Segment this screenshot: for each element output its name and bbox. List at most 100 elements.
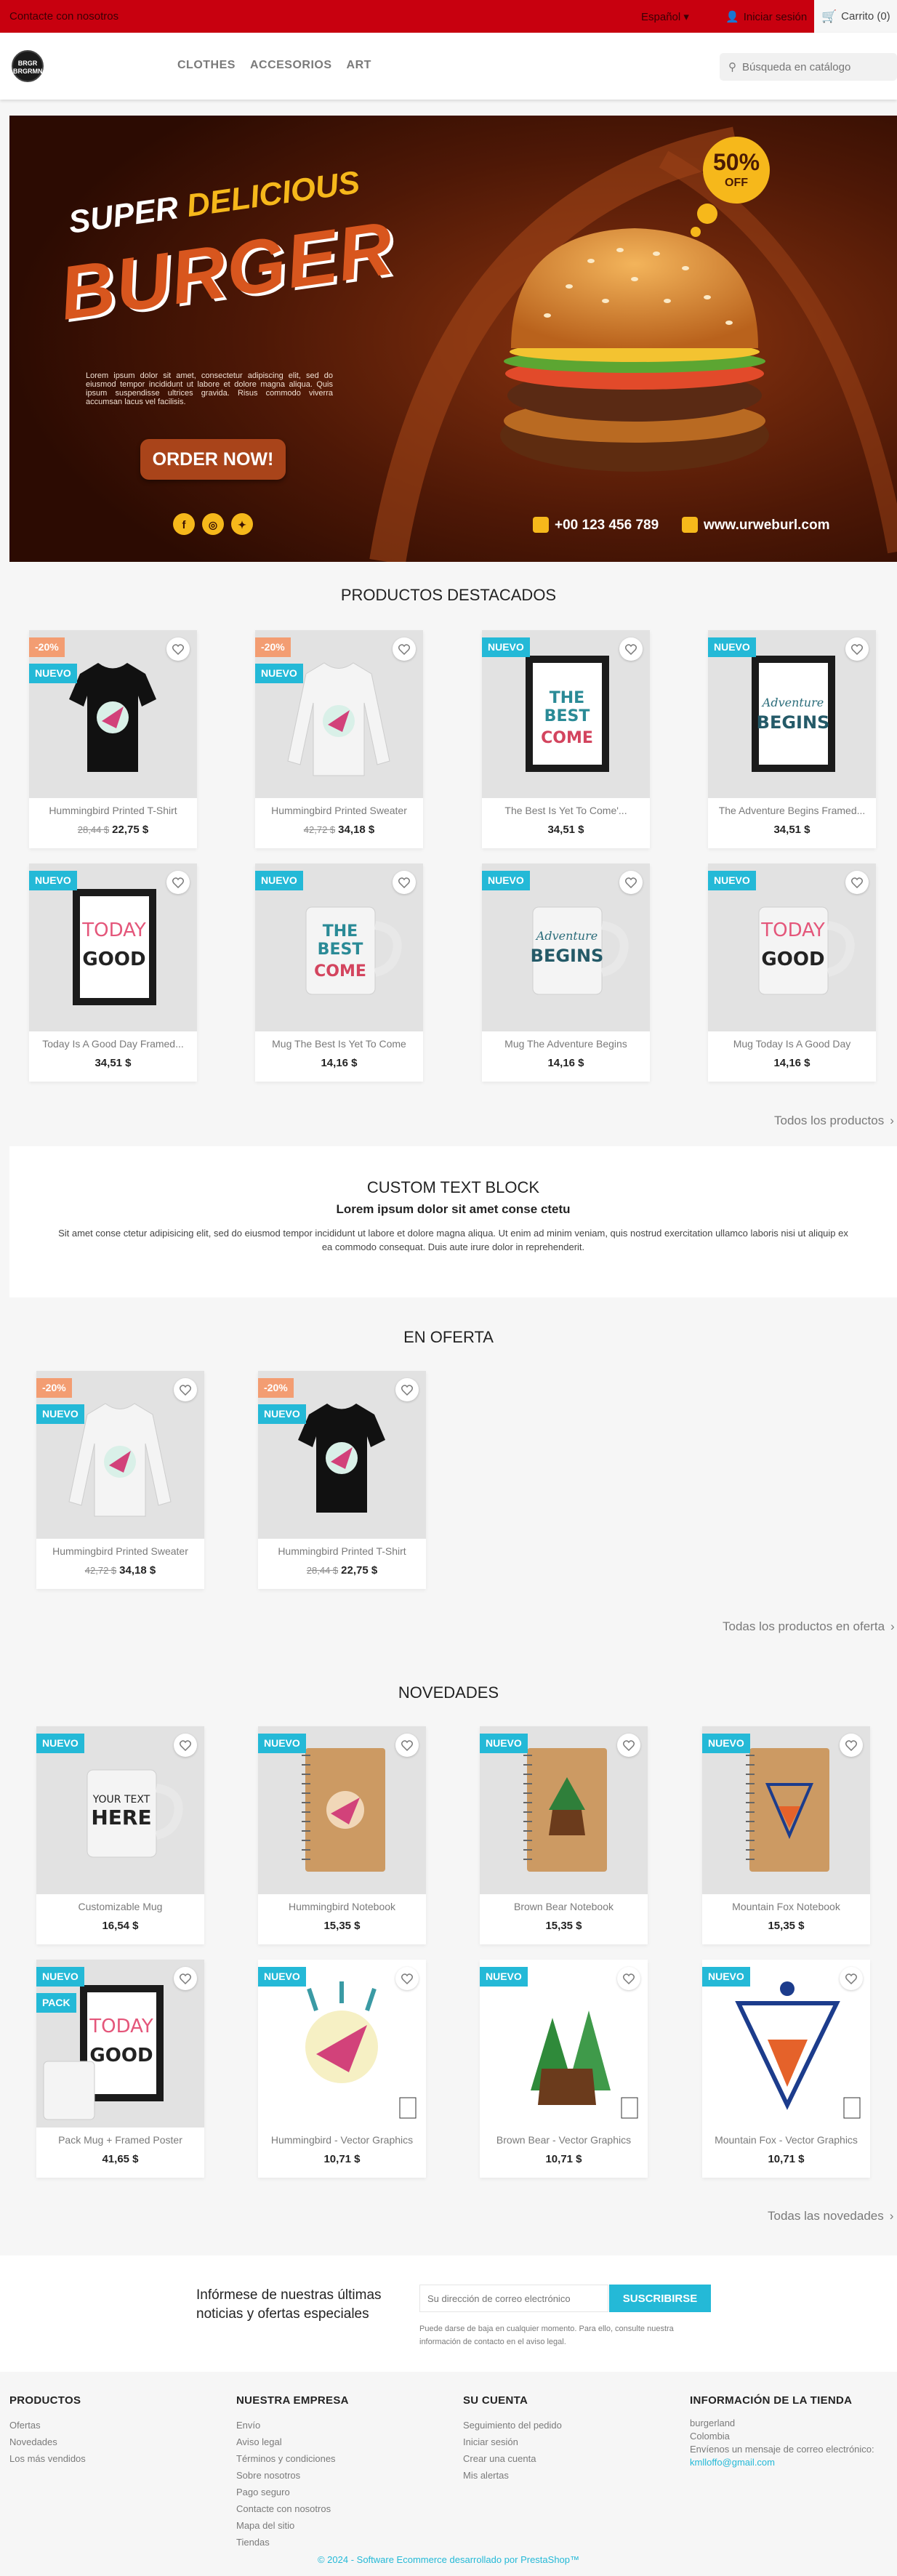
product-name[interactable]: Brown Bear - Vector Graphics	[480, 2134, 648, 2146]
all-new-label: Todas las novedades	[768, 2209, 884, 2223]
footer-link[interactable]: Contacte con nosotros	[236, 2500, 440, 2517]
product-name[interactable]: Hummingbird Printed Sweater	[255, 805, 423, 816]
heart-icon[interactable]	[845, 637, 869, 661]
product-card[interactable]: YOUR TEXT HERE NUEVO Customizable Mug 16,54 …	[36, 1726, 204, 1944]
footer-link[interactable]: Ofertas	[9, 2417, 213, 2434]
heart-icon[interactable]	[619, 637, 643, 661]
language-selector[interactable]: Español ▾	[641, 10, 689, 23]
svg-text:BEGINS: BEGINS	[531, 946, 604, 966]
svg-text:THE: THE	[323, 922, 358, 941]
top-bar: Contacte con nosotros Español ▾ 👤 Iniciar…	[0, 0, 897, 33]
product-card[interactable]: NUEVO Brown Bear - Vector Graphics 10,71 $	[480, 1960, 648, 2178]
all-products-link[interactable]: Todos los productos ›	[774, 1114, 894, 1128]
footer-link[interactable]: Los más vendidos	[9, 2450, 213, 2467]
all-new-link[interactable]: Todas las novedades ›	[768, 2209, 893, 2223]
store-logo[interactable]: BRGR BRGRMN	[12, 50, 44, 82]
product-card[interactable]: NUEVO Hummingbird - Vector Graphics 10,71 …	[258, 1960, 426, 2178]
product-name[interactable]: Pack Mug + Framed Poster	[36, 2134, 204, 2146]
product-card[interactable]: Adventure BEGINS NUEVO The Adventure Begins…	[708, 630, 876, 848]
current-price: 14,16 $	[321, 1057, 358, 1069]
nav-item-accesorios[interactable]: ACCESORIOS	[250, 59, 332, 72]
product-name[interactable]: Mug Today Is A Good Day	[708, 1038, 876, 1050]
main-nav: CLOTHES ACCESORIOS ART	[177, 59, 371, 72]
order-now-button[interactable]: ORDER NOW!	[140, 439, 286, 480]
footer-link[interactable]: Envío	[236, 2417, 440, 2434]
product-name[interactable]: Hummingbird - Vector Graphics	[258, 2134, 426, 2146]
contact-link[interactable]: Contacte con nosotros	[9, 10, 118, 23]
footer-link[interactable]: Mapa del sitio	[236, 2517, 440, 2534]
nav-item-clothes[interactable]: CLOTHES	[177, 59, 236, 72]
product-name[interactable]: The Adventure Begins Framed...	[708, 805, 876, 816]
product-name[interactable]: Customizable Mug	[36, 1901, 204, 1912]
footer-link[interactable]: Seguimiento del pedido	[463, 2417, 667, 2434]
heart-icon[interactable]	[166, 871, 190, 894]
custom-block-title: CUSTOM TEXT BLOCK	[366, 1178, 540, 1196]
product-name[interactable]: Mountain Fox Notebook	[702, 1901, 870, 1912]
product-card[interactable]: TODAY GOOD NUEVO Today Is A Good Day Framed…	[29, 864, 197, 1082]
sale-title: EN OFERTA	[403, 1328, 494, 1346]
footer-link[interactable]: Novedades	[9, 2434, 213, 2450]
store-email-link[interactable]: kmlloffo@gmail.com	[690, 2456, 893, 2469]
footer-link[interactable]: Términos y condiciones	[236, 2450, 440, 2467]
footer-link[interactable]: Pago seguro	[236, 2484, 440, 2500]
cart-label: Carrito (0)	[841, 10, 890, 23]
product-card[interactable]: -20% NUEVO Hummingbird Printed Sweater 42,7…	[255, 630, 423, 848]
heart-icon[interactable]	[845, 871, 869, 894]
product-name[interactable]: Hummingbird Printed T-Shirt	[258, 1545, 426, 1557]
product-name[interactable]: Today Is A Good Day Framed...	[29, 1038, 197, 1050]
product-name[interactable]: Mountain Fox - Vector Graphics	[702, 2134, 870, 2146]
heart-icon[interactable]	[174, 1378, 197, 1401]
subscribe-button[interactable]: SUSCRIBIRSE	[609, 2285, 711, 2312]
search-icon[interactable]: ⚲	[728, 60, 736, 73]
footer-link[interactable]: Tiendas	[236, 2534, 440, 2551]
heart-icon[interactable]	[840, 1967, 863, 1990]
footer-link[interactable]: Iniciar sesión	[463, 2434, 667, 2450]
product-card[interactable]: THE BEST COME NUEVO The Best Is Yet To Come'…	[482, 630, 650, 848]
product-name[interactable]: The Best Is Yet To Come'...	[482, 805, 650, 816]
product-card[interactable]: -20% NUEVO Hummingbird Printed T-Shirt 28,4…	[29, 630, 197, 848]
product-card[interactable]: TODAY GOOD NUEVO PACK Pack Mug + Framed Post…	[36, 1960, 204, 2178]
heart-icon[interactable]	[617, 1967, 640, 1990]
heart-icon[interactable]	[393, 637, 416, 661]
heart-icon[interactable]	[395, 1967, 419, 1990]
hero-banner[interactable]: f ◎ ✦ SUPER DELICIOUS BURGER Lorem ipsum…	[9, 116, 897, 562]
product-card[interactable]: -20% NUEVO Hummingbird Printed Sweater 42,7…	[36, 1371, 204, 1589]
product-card[interactable]: THE BEST COME NUEVO Mug The Best Is Yet To C…	[255, 864, 423, 1082]
product-card[interactable]: NUEVO Hummingbird Notebook 15,35 $	[258, 1726, 426, 1944]
product-name[interactable]: Mug The Best Is Yet To Come	[255, 1038, 423, 1050]
nav-item-art[interactable]: ART	[347, 59, 371, 72]
footer-link[interactable]: Aviso legal	[236, 2434, 440, 2450]
product-card[interactable]: NUEVO Mountain Fox - Vector Graphics 10,71…	[702, 1960, 870, 2178]
product-card[interactable]: NUEVO Mountain Fox Notebook 15,35 $	[702, 1726, 870, 1944]
heart-icon[interactable]	[174, 1967, 197, 1990]
heart-icon[interactable]	[393, 871, 416, 894]
heart-icon[interactable]	[395, 1378, 419, 1401]
footer-link[interactable]: Crear una cuenta	[463, 2450, 667, 2467]
product-name[interactable]: Hummingbird Printed T-Shirt	[29, 805, 197, 816]
heart-icon[interactable]	[174, 1734, 197, 1757]
product-name[interactable]: Hummingbird Notebook	[258, 1901, 426, 1912]
login-link[interactable]: 👤 Iniciar sesión	[725, 10, 807, 24]
product-card[interactable]: Adventure BEGINS NUEVO Mug The Adventure Be…	[482, 864, 650, 1082]
product-name[interactable]: Brown Bear Notebook	[480, 1901, 648, 1912]
banner-website: www.urweburl.com	[704, 518, 830, 533]
footer-link[interactable]: Mis alertas	[463, 2467, 667, 2484]
product-name[interactable]: Hummingbird Printed Sweater	[36, 1545, 204, 1557]
heart-icon[interactable]	[395, 1734, 419, 1757]
current-price: 34,51 $	[547, 824, 584, 836]
newsletter-email-input[interactable]	[419, 2285, 608, 2312]
heart-icon[interactable]	[840, 1734, 863, 1757]
cart-button[interactable]: 🛒 Carrito (0)	[814, 0, 897, 33]
product-price: 34,51 $	[708, 824, 876, 836]
footer-link[interactable]: Sobre nosotros	[236, 2467, 440, 2484]
heart-icon[interactable]	[617, 1734, 640, 1757]
product-card[interactable]: -20% NUEVO Hummingbird Printed T-Shirt 28,4…	[258, 1371, 426, 1589]
product-card[interactable]: TODAY GOOD NUEVO Mug Today Is A Good Day 14,…	[708, 864, 876, 1082]
product-card[interactable]: NUEVO Brown Bear Notebook 15,35 $	[480, 1726, 648, 1944]
heart-icon[interactable]	[619, 871, 643, 894]
search-input[interactable]	[742, 60, 880, 73]
heart-icon[interactable]	[166, 637, 190, 661]
copyright[interactable]: © 2024 - Software Ecommerce desarrollado…	[0, 2554, 897, 2565]
product-name[interactable]: Mug The Adventure Begins	[482, 1038, 650, 1050]
all-sale-link[interactable]: Todas los productos en oferta ›	[723, 1619, 895, 1634]
